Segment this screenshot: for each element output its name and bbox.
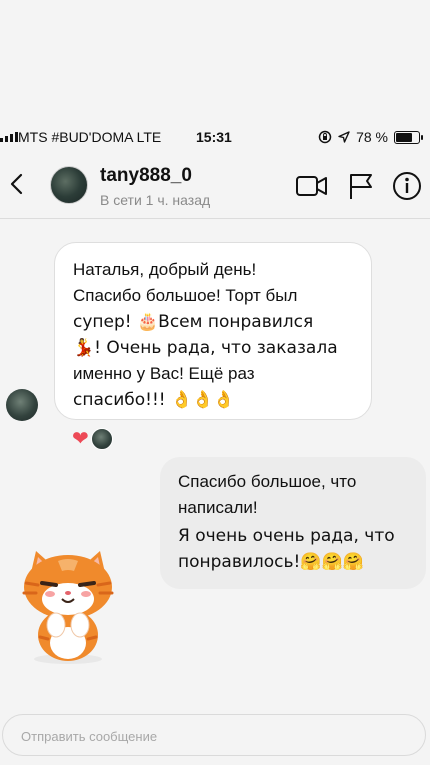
status-bar: MTS #BUD'DOMA LTE 15:31 78 % <box>0 126 430 150</box>
message-line: Наталья, добрый день! <box>73 260 257 279</box>
status-right: 78 % <box>318 129 423 145</box>
battery-icon <box>394 130 423 144</box>
screen-lock-icon <box>318 130 332 144</box>
message-paragraph: Спасибо большое, что написали! <box>178 472 357 517</box>
message-input[interactable] <box>19 715 413 757</box>
message-line: Спасибо большое! Торт был <box>73 286 298 305</box>
profile-avatar[interactable] <box>50 166 88 204</box>
signal-icon <box>0 132 18 142</box>
back-arrow-icon[interactable] <box>6 170 30 198</box>
info-icon[interactable] <box>390 170 424 202</box>
activity-status: В сети 1 ч. назад <box>100 192 211 208</box>
message-line: супер! 🎂Всем понравился <box>73 312 314 332</box>
username[interactable]: tany888_0 <box>100 165 192 187</box>
top-blank-area <box>0 0 430 120</box>
chat-header: tany888_0 В сети 1 ч. назад <box>0 152 430 219</box>
message-paragraph: Я очень очень рада, что понравилось!🤗🤗🤗 <box>178 526 395 572</box>
location-icon <box>338 131 350 143</box>
message-line: именно у Вас! Ещё раз <box>73 364 255 383</box>
message-compose-bar[interactable] <box>2 714 426 757</box>
reactor-avatar <box>90 428 113 450</box>
battery-percent: 78 % <box>356 129 388 145</box>
cat-sticker-icon[interactable] <box>14 547 122 665</box>
message-reactions[interactable]: ❤ <box>72 428 113 450</box>
sender-avatar[interactable] <box>6 389 38 421</box>
flag-icon[interactable] <box>345 170 379 202</box>
heart-icon: ❤ <box>72 428 89 450</box>
video-call-icon[interactable] <box>295 170 329 202</box>
battery-level <box>396 132 412 142</box>
clock: 15:31 <box>196 129 232 145</box>
message-line: спасибо!!! 👌👌👌 <box>73 390 235 410</box>
carrier-label: MTS #BUD'DOMA LTE <box>18 129 162 145</box>
message-line: 💃! Очень рада, что заказала <box>73 338 338 358</box>
outgoing-message[interactable]: Спасибо большое, что написали! Я очень о… <box>160 457 426 589</box>
incoming-message[interactable]: Наталья, добрый день! Спасибо большое! Т… <box>54 242 372 420</box>
